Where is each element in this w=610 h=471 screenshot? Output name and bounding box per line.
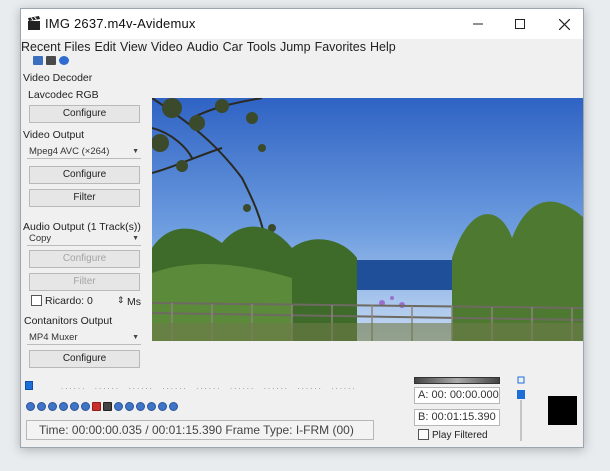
- audio-shift-label: Ricardo: 0: [45, 295, 93, 307]
- menu-recent-files[interactable]: Recent Files: [21, 39, 90, 55]
- audio-output-label: Audio Output (1 Track(s)): [23, 221, 141, 233]
- video-filter-button[interactable]: Filter: [29, 189, 140, 207]
- video-preview: [152, 98, 583, 341]
- menu-view[interactable]: View: [120, 39, 147, 55]
- audio-shift-checkbox[interactable]: [31, 295, 42, 306]
- menu-audio[interactable]: Audio: [187, 39, 219, 55]
- maximize-button[interactable]: [503, 9, 537, 39]
- video-output-configure-button[interactable]: Configure: [29, 166, 140, 184]
- seek-ruler: ...... ...... ...... ...... ...... .....…: [61, 382, 357, 391]
- set-marker-b-icon[interactable]: [103, 402, 112, 411]
- go-to-marker-a-icon[interactable]: [158, 402, 167, 411]
- marker-b-label: B:: [418, 411, 429, 423]
- previous-frame-icon[interactable]: [48, 402, 57, 411]
- marker-b-field[interactable]: B: 00:01:15.390: [414, 409, 500, 426]
- time-frame-status: Time: 00:00:00.035 / 00:01:15.390 Frame …: [39, 423, 354, 437]
- toolbar: [33, 56, 69, 65]
- container-output-label: Contanitors Output: [24, 315, 113, 327]
- volume-meter: [414, 377, 500, 384]
- marker-b-value: 00:01:15.390: [431, 411, 496, 423]
- audio-preview-box: [548, 396, 577, 425]
- video-codec-value: Mpeg4 AVC (×264): [29, 146, 110, 157]
- video-decoder-configure-button[interactable]: Configure: [29, 105, 140, 123]
- marker-a-field[interactable]: A: 00: 00:00.000: [414, 387, 500, 404]
- first-frame-icon[interactable]: [136, 402, 145, 411]
- video-output-label: Video Output: [23, 129, 85, 141]
- marker-a-label: A:: [418, 389, 429, 401]
- marker-a-value: 00: 00:00.000: [431, 389, 499, 401]
- video-decoder-value: Lavcodec RGB: [28, 89, 99, 101]
- play-filtered-checkbox[interactable]: [418, 429, 429, 440]
- container-value: MP4 Muxer: [29, 332, 78, 343]
- play-filtered-label: Play Filtered: [432, 430, 488, 441]
- last-frame-icon[interactable]: [147, 402, 156, 411]
- audio-filter-button[interactable]: Filter: [29, 273, 140, 291]
- previous-keyframe-icon[interactable]: [70, 402, 79, 411]
- menu-jump[interactable]: Jump: [280, 39, 311, 55]
- playback-area: ...... ...... ...... ...... ...... .....…: [21, 349, 583, 447]
- clapperboard-icon: [28, 16, 40, 30]
- navigation-toolbar: [26, 402, 178, 411]
- video-decoder-label: Video Decoder: [23, 72, 93, 84]
- spin-arrows-icon[interactable]: ⇕: [117, 295, 125, 306]
- menu-edit[interactable]: Edit: [94, 39, 116, 55]
- window-title: IMG 2637.m4v-Avidemux: [45, 16, 196, 31]
- status-bar: Time: 00:00:00.035 / 00:01:15.390 Frame …: [26, 420, 374, 440]
- container-select[interactable]: MP4 Muxer ▼: [27, 332, 141, 345]
- minimize-button[interactable]: [461, 9, 495, 39]
- next-frame-icon[interactable]: [59, 402, 68, 411]
- chevron-down-icon: ▼: [132, 334, 139, 341]
- seek-slider-handle[interactable]: [25, 381, 33, 390]
- menu-favorites[interactable]: Favorites: [315, 39, 366, 55]
- settings-panel: Video Decoder Lavcodec RGB Configure Vid…: [21, 69, 153, 369]
- menu-video[interactable]: Video: [151, 39, 183, 55]
- next-keyframe-icon[interactable]: [81, 402, 90, 411]
- title-bar: IMG 2637.m4v-Avidemux: [21, 9, 583, 39]
- chevron-down-icon: ▼: [132, 235, 139, 242]
- video-frame-image: [152, 98, 583, 341]
- audio-codec-select[interactable]: Copy ▼: [27, 233, 141, 246]
- menu-tools[interactable]: Tools: [247, 39, 276, 55]
- open-folder-icon[interactable]: [33, 56, 43, 65]
- close-icon: [558, 18, 570, 30]
- set-marker-a-icon[interactable]: [92, 402, 101, 411]
- stop-icon[interactable]: [37, 402, 46, 411]
- previous-black-frame-icon[interactable]: [114, 402, 123, 411]
- menu-help[interactable]: Help: [370, 39, 396, 55]
- volume-slider[interactable]: [517, 376, 525, 441]
- menu-bar: Recent Files Edit View Video Audio Car T…: [21, 39, 583, 55]
- minimize-icon: [473, 23, 483, 25]
- main-window: IMG 2637.m4v-Avidemux Recent Files Edit …: [20, 8, 584, 448]
- audio-shift-unit: Ms: [127, 296, 141, 308]
- info-icon[interactable]: [59, 56, 69, 65]
- maximize-icon: [515, 19, 525, 29]
- save-icon[interactable]: [46, 56, 56, 65]
- play-icon[interactable]: [26, 402, 35, 411]
- menu-car[interactable]: Car: [223, 39, 243, 55]
- video-codec-select[interactable]: Mpeg4 AVC (×264) ▼: [27, 146, 141, 159]
- close-button[interactable]: [547, 9, 581, 39]
- chevron-down-icon: ▼: [132, 148, 139, 155]
- next-black-frame-icon[interactable]: [125, 402, 134, 411]
- go-to-marker-b-icon[interactable]: [169, 402, 178, 411]
- audio-configure-button[interactable]: Configure: [29, 250, 140, 268]
- audio-codec-value: Copy: [29, 233, 52, 244]
